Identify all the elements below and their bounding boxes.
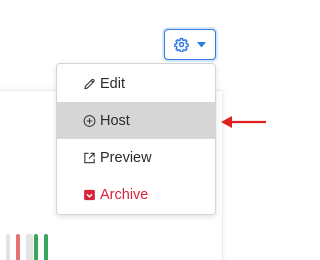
annotation-arrow-icon: [221, 116, 266, 128]
external-link-icon: [84, 152, 95, 163]
status-bar-green: [44, 234, 48, 260]
menu-item-preview[interactable]: Preview: [57, 139, 215, 176]
menu-item-host[interactable]: Host: [57, 102, 215, 139]
status-bar-red: [16, 234, 20, 260]
menu-item-label: Preview: [100, 149, 152, 166]
status-bar-grey: [6, 234, 10, 260]
menu-item-label: Archive: [100, 186, 149, 203]
settings-dropdown-button[interactable]: [164, 29, 216, 60]
caret-down-icon: [197, 41, 206, 47]
menu-item-label: Edit: [100, 75, 125, 92]
screen: Edit Host Preview Archive: [0, 0, 272, 260]
status-bar-grey: [29, 234, 33, 260]
menu-item-edit[interactable]: Edit: [57, 65, 215, 102]
menu-item-archive[interactable]: Archive: [57, 176, 215, 213]
plus-circle-icon: [83, 114, 96, 127]
gear-icon: [174, 37, 189, 52]
archive-icon: [84, 189, 95, 200]
menu-item-label: Host: [100, 112, 130, 129]
status-bar-green: [34, 234, 38, 260]
settings-dropdown-menu: Edit Host Preview Archive: [56, 63, 216, 215]
pencil-icon: [84, 78, 95, 89]
